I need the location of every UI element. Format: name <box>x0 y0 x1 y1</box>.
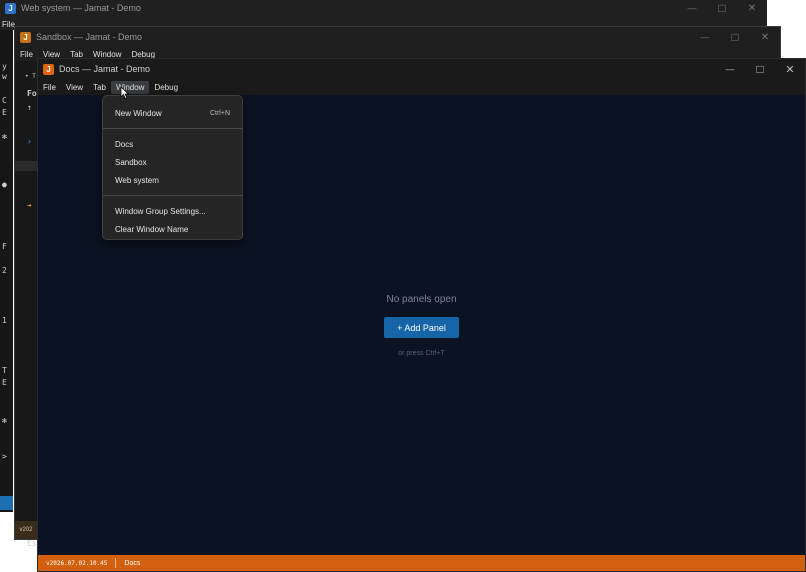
menu-debug[interactable]: Debug <box>149 81 183 94</box>
new-window-label: New Window <box>115 108 162 118</box>
minimize-icon[interactable]: — <box>715 59 745 79</box>
add-panel-button[interactable]: + Add Panel <box>384 317 459 338</box>
menu-divider <box>103 195 242 196</box>
status-bar: v2026.07.02.10.45 Docs <box>38 555 805 571</box>
close-icon[interactable]: ✕ <box>737 0 767 16</box>
window-title: Web system — Jamat - Demo <box>21 3 141 13</box>
window-title: Sandbox — Jamat - Demo <box>36 32 143 42</box>
new-window-item[interactable]: New Window Ctrl+N <box>103 104 242 122</box>
menu-file[interactable]: File <box>15 48 38 61</box>
heading-fragment: Fo <box>27 89 37 98</box>
app-logo-icon: J <box>43 63 54 75</box>
window-item-sandbox[interactable]: Sandbox <box>103 153 242 171</box>
active-panel-label[interactable]: Docs <box>116 560 148 567</box>
code-fragment: T <box>2 366 7 375</box>
window-title: Docs — Jamat - Demo <box>59 64 151 74</box>
app-logo-icon: J <box>5 2 16 14</box>
new-window-shortcut: Ctrl+N <box>209 109 230 117</box>
window-group-settings-label: Window Group Settings... <box>115 206 206 216</box>
close-icon[interactable]: ✕ <box>775 59 805 79</box>
menu-window[interactable]: Window <box>111 80 150 94</box>
menu-view[interactable]: View <box>61 81 88 94</box>
code-fragment: y <box>2 62 7 71</box>
chevron-right-icon: › <box>27 137 32 146</box>
maximize-icon[interactable]: □ <box>745 59 775 79</box>
web-system-content-edge: y w C E ✻ ● F 2 1 T E ✻ > <box>0 30 13 512</box>
code-fragment: 1 <box>2 316 7 325</box>
prompt-icon: > <box>2 452 7 461</box>
clear-window-name-item[interactable]: Clear Window Name <box>103 220 242 238</box>
empty-state-text: No panels open <box>386 294 457 305</box>
tab-fragment: • T <box>25 73 36 80</box>
mouse-cursor-icon <box>120 86 130 100</box>
maximize-icon[interactable]: □ <box>707 0 737 16</box>
code-fragment: w <box>2 72 7 81</box>
code-fragment: C <box>2 96 7 105</box>
code-fragment: F <box>2 242 7 251</box>
close-icon[interactable]: ✕ <box>750 27 780 47</box>
app-logo-icon: J <box>20 31 31 43</box>
bullet-icon: ● <box>2 180 7 189</box>
window-group-settings-item[interactable]: Window Group Settings... <box>103 202 242 220</box>
gear-icon: ✻ <box>2 416 7 425</box>
sandbox-status-version: v202 <box>15 521 37 539</box>
sandbox-sidebar: • T Fo ↑ › ➔ Es <box>15 61 37 548</box>
maximize-icon[interactable]: □ <box>720 27 750 47</box>
menu-tab[interactable]: Tab <box>88 81 111 94</box>
clear-window-name-label: Clear Window Name <box>115 224 189 234</box>
web-system-status-badge <box>0 496 13 510</box>
window-item-label: Sandbox <box>115 157 147 167</box>
window-item-label: Docs <box>115 139 134 149</box>
code-fragment: E <box>2 378 7 387</box>
web-system-titlebar[interactable]: J Web system — Jamat - Demo — □ ✕ <box>0 0 767 16</box>
arrow-up-icon: ↑ <box>27 103 32 112</box>
gear-icon: ✻ <box>2 132 7 141</box>
version-label: v2026.07.02.10.45 <box>46 559 108 567</box>
docs-menubar: File View Tab Window Debug <box>38 79 805 95</box>
menu-divider <box>103 128 242 129</box>
code-fragment: 2 <box>2 266 7 275</box>
docs-titlebar[interactable]: J Docs — Jamat - Demo — □ ✕ <box>38 59 805 79</box>
code-fragment: E <box>2 108 7 117</box>
sandbox-titlebar[interactable]: J Sandbox — Jamat - Demo — □ ✕ <box>15 27 780 47</box>
minimize-icon[interactable]: — <box>677 0 707 16</box>
minimize-icon[interactable]: — <box>690 27 720 47</box>
shortcut-hint: or press Ctrl+T <box>398 350 445 357</box>
selection-bar <box>15 161 37 171</box>
window-item-docs[interactable]: Docs <box>103 135 242 153</box>
menu-file[interactable]: File <box>38 81 61 94</box>
window-dropdown-menu: New Window Ctrl+N Docs Sandbox Web syste… <box>102 95 243 240</box>
input-fragment: Es <box>27 539 37 548</box>
arrow-right-icon: ➔ <box>27 201 32 210</box>
window-item-web-system[interactable]: Web system <box>103 171 242 189</box>
window-item-label: Web system <box>115 175 159 185</box>
